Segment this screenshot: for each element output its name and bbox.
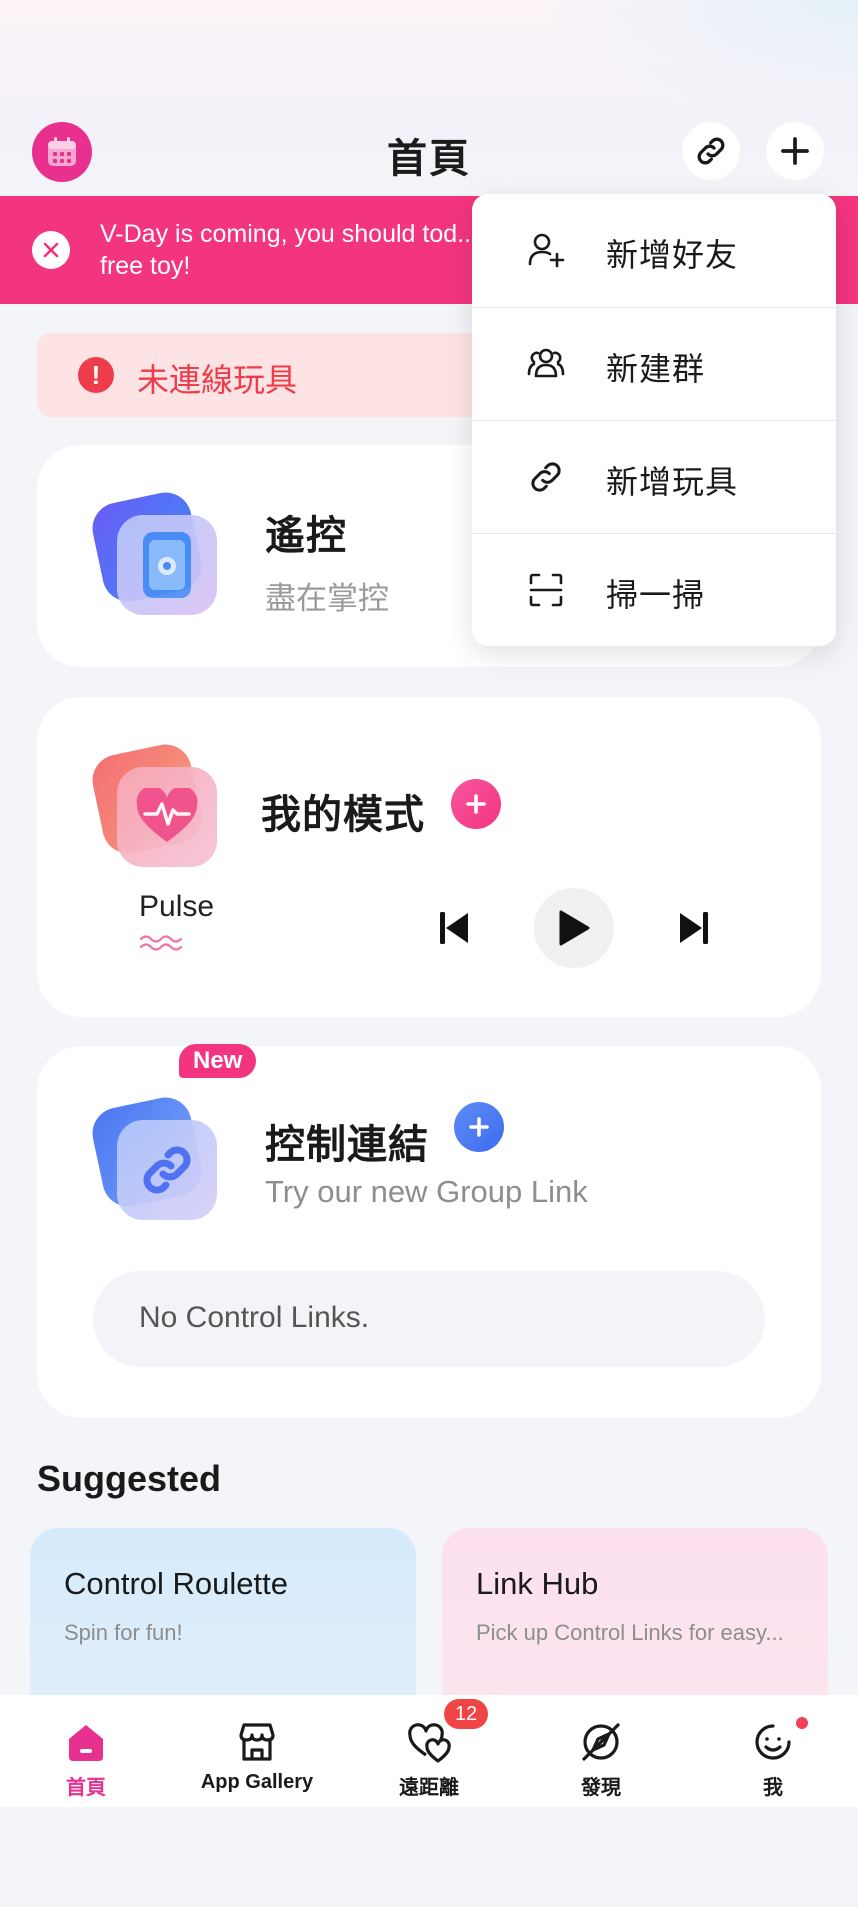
play-button[interactable]	[534, 888, 614, 968]
skip-next-icon	[680, 912, 708, 944]
nav-label: 我	[763, 1777, 783, 1799]
warning-icon: !	[78, 357, 114, 393]
control-links-card[interactable]: New 控制連結 Try our new Group Link No Contr…	[37, 1044, 821, 1418]
store-icon	[239, 1723, 275, 1761]
suggested-card-control-roulette[interactable]: Control Roulette Spin for fun!	[30, 1528, 416, 1698]
plus-icon	[781, 137, 809, 165]
link-icon	[531, 462, 561, 492]
close-icon	[43, 242, 59, 258]
home-icon	[69, 1725, 103, 1761]
menu-item-add-toy[interactable]: 新增玩具	[472, 420, 836, 533]
nav-item-long-distance[interactable]: 12 遠距離	[343, 1695, 515, 1807]
empty-links-placeholder: No Control Links.	[93, 1271, 765, 1367]
profile-icon	[755, 1724, 791, 1760]
header: 首頁	[0, 118, 858, 186]
my-modes-card[interactable]: 我的模式 Pulse	[37, 697, 821, 1017]
wave-icon	[140, 935, 183, 951]
remote-subtitle: 盡在掌控	[265, 581, 389, 616]
my-modes-title: 我的模式	[261, 793, 425, 837]
nav-label: App Gallery	[200, 1771, 314, 1793]
chain-link-icon	[87, 1092, 223, 1228]
add-button[interactable]	[766, 122, 824, 180]
previous-button[interactable]	[429, 903, 479, 953]
alert-text: 未連線玩具	[137, 362, 298, 398]
menu-item-scan[interactable]: 掃一掃	[472, 533, 836, 646]
plus-icon	[466, 794, 486, 814]
suggested-heading: Suggested	[37, 1458, 222, 1499]
remote-icon	[87, 487, 223, 623]
menu-item-label: 新增好友	[606, 237, 739, 273]
remote-title: 遙控	[265, 514, 347, 558]
hearts-icon	[408, 1723, 451, 1763]
suggested-card-subtitle: Spin for fun!	[64, 1620, 183, 1645]
menu-item-label: 新建群	[606, 351, 706, 387]
nav-item-app-gallery[interactable]: App Gallery	[171, 1695, 343, 1807]
notification-dot	[796, 1717, 808, 1729]
add-control-link-button[interactable]	[454, 1102, 504, 1152]
link-button[interactable]	[682, 122, 740, 180]
group-icon	[527, 348, 565, 378]
skip-previous-icon	[440, 912, 468, 944]
nav-label: 遠距離	[399, 1777, 459, 1799]
suggested-card-title: Control Roulette	[64, 1566, 289, 1601]
add-dropdown-menu: 新增好友 新建群 新增玩具 掃一掃	[472, 194, 836, 646]
play-icon	[559, 910, 590, 946]
add-friend-icon	[528, 233, 565, 268]
bottom-navigation: 首頁 App Gallery 12 遠距離 發現 我	[0, 1695, 858, 1807]
discover-icon	[582, 1723, 620, 1761]
notification-badge: 12	[444, 1699, 488, 1729]
nav-item-home[interactable]: 首頁	[0, 1695, 172, 1807]
new-badge: New	[179, 1044, 257, 1078]
banner-text: V-Day is coming, you should tod... free …	[100, 220, 478, 280]
link-icon	[697, 137, 725, 165]
heart-pulse-icon	[87, 739, 223, 875]
suggested-card-link-hub[interactable]: Link Hub Pick up Control Links for easy.…	[442, 1528, 828, 1698]
menu-item-new-group[interactable]: 新建群	[472, 307, 836, 420]
control-links-subtitle: Try our new Group Link	[265, 1174, 588, 1209]
scan-icon	[529, 573, 563, 607]
menu-item-label: 掃一掃	[606, 577, 706, 613]
next-button[interactable]	[669, 903, 719, 953]
nav-item-discover[interactable]: 發現	[515, 1695, 687, 1807]
nav-label: 發現	[581, 1777, 621, 1799]
plus-icon	[469, 1117, 489, 1137]
pattern-name: Pulse	[139, 890, 215, 923]
nav-label: 首頁	[66, 1777, 106, 1799]
add-mode-button[interactable]	[451, 779, 501, 829]
suggested-card-title: Link Hub	[476, 1566, 599, 1601]
menu-item-add-friend[interactable]: 新增好友	[472, 194, 836, 307]
nav-item-me[interactable]: 我	[687, 1695, 858, 1807]
control-links-title: 控制連結	[265, 1123, 429, 1167]
empty-links-text: No Control Links.	[139, 1301, 370, 1334]
banner-close-button[interactable]	[32, 231, 70, 269]
suggested-card-subtitle: Pick up Control Links for easy...	[476, 1620, 784, 1645]
menu-item-label: 新增玩具	[606, 464, 739, 500]
